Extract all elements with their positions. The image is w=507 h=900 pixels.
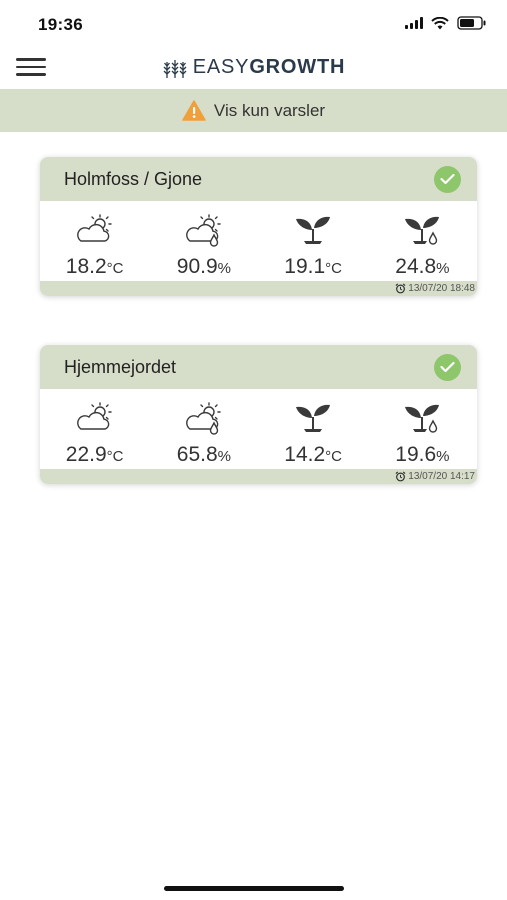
station-metrics: 22.9°C 65.8% 14.2°C 19.6%	[40, 389, 477, 469]
metric-value: 24.8%	[395, 255, 449, 279]
metric-item: 90.9%	[149, 201, 258, 281]
metric-item: 65.8%	[149, 389, 258, 469]
station-card-footer: 13/07/20 18:48	[40, 281, 477, 296]
status-time: 19:36	[38, 15, 83, 34]
metric-number: 24.8	[395, 255, 437, 278]
metric-number: 18.2	[65, 255, 107, 278]
station-card-footer: 13/07/20 14:17	[40, 469, 477, 484]
station-card-header: Holmfoss / Gjone	[40, 157, 477, 201]
metric-value: 22.9°C	[66, 443, 124, 467]
status-bar: 19:36	[0, 0, 507, 48]
logo-text-light: EASY	[192, 56, 250, 78]
metric-unit: °C	[325, 448, 342, 465]
metric-value: 18.2°C	[66, 255, 124, 279]
metric-number: 14.2	[284, 443, 326, 466]
partly-sunny-humidity-icon	[184, 401, 224, 440]
partly-sunny-humidity-icon	[184, 213, 224, 252]
station-name: Holmfoss / Gjone	[64, 168, 203, 189]
metric-item: 24.8%	[368, 201, 477, 281]
partly-sunny-icon	[75, 213, 115, 252]
partly-sunny-icon	[75, 401, 115, 440]
home-indicator	[164, 886, 344, 891]
metric-number: 19.6	[395, 443, 437, 466]
station-card[interactable]: Holmfoss / Gjone 18.2°C 90.9% 19.1°C 24.8% 13…	[40, 157, 477, 296]
wheat-icon	[163, 59, 187, 78]
metric-item: 19.6%	[368, 389, 477, 469]
seedling-moisture-icon	[402, 401, 442, 440]
metric-value: 65.8%	[177, 443, 231, 467]
app-header: EASYGROWTH	[0, 48, 507, 88]
metric-unit: %	[217, 448, 231, 465]
app-logo: EASYGROWTH	[0, 56, 507, 79]
metric-unit: °C	[325, 260, 342, 277]
check-circle-icon	[434, 353, 461, 381]
metric-value: 19.6%	[395, 443, 449, 467]
check-circle-icon	[434, 165, 461, 193]
metric-number: 22.9	[65, 443, 107, 466]
metric-number: 65.8	[176, 443, 218, 466]
metric-number: 90.9	[176, 255, 218, 278]
metric-value: 90.9%	[177, 255, 231, 279]
metric-unit: %	[436, 448, 450, 465]
wifi-icon	[431, 16, 449, 29]
metric-unit: %	[217, 260, 231, 277]
alarm-clock-icon	[395, 283, 406, 294]
alarm-clock-icon	[395, 471, 406, 482]
metric-item: 14.2°C	[259, 389, 368, 469]
cellular-signal-icon	[405, 17, 423, 29]
metric-value: 19.1°C	[284, 255, 342, 279]
station-card-header: Hjemmejordet	[40, 345, 477, 389]
last-updated-timestamp: 13/07/20 14:17	[408, 471, 475, 482]
metric-item: 19.1°C	[259, 201, 368, 281]
metric-item: 22.9°C	[40, 389, 149, 469]
warning-triangle-icon	[182, 100, 206, 121]
alerts-only-filter[interactable]: Vis kun varsler	[0, 89, 507, 132]
logo-text-bold: GROWTH	[249, 56, 346, 78]
status-icons	[405, 16, 487, 30]
station-metrics: 18.2°C 90.9% 19.1°C 24.8%	[40, 201, 477, 281]
last-updated-timestamp: 13/07/20 18:48	[408, 283, 475, 294]
metric-unit: °C	[106, 260, 124, 277]
station-name: Hjemmejordet	[64, 356, 177, 377]
seedling-moisture-icon	[402, 213, 442, 252]
metric-number: 19.1	[284, 255, 326, 278]
metric-unit: %	[436, 260, 450, 277]
logo-wordmark: EASYGROWTH	[193, 56, 345, 79]
seedling-icon	[293, 401, 333, 440]
seedling-icon	[293, 213, 333, 252]
metric-unit: °C	[106, 448, 124, 465]
station-card[interactable]: Hjemmejordet 22.9°C 65.8% 14.2°C 19.6% 13/07/…	[40, 345, 477, 484]
metric-item: 18.2°C	[40, 201, 149, 281]
metric-value: 14.2°C	[284, 443, 342, 467]
alerts-only-label: Vis kun varsler	[213, 100, 326, 120]
battery-icon	[457, 16, 486, 30]
